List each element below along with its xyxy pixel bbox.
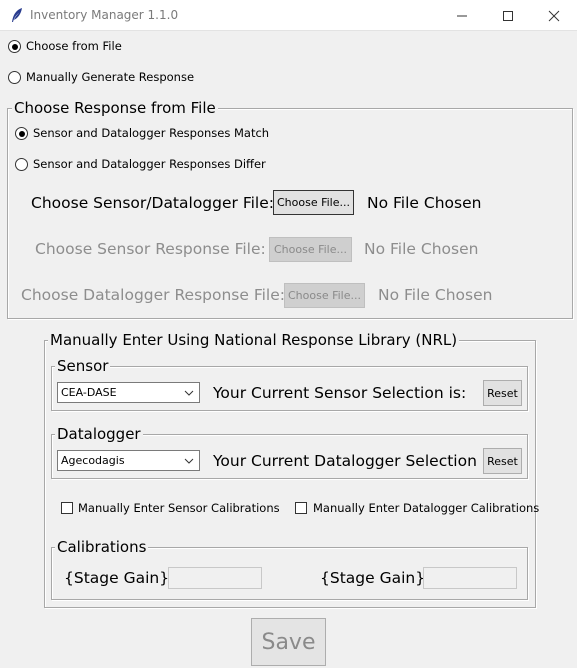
window-title: Inventory Manager 1.1.0 <box>30 8 179 22</box>
sensor-select[interactable]: CEA-DASE <box>57 382 200 403</box>
responses-differ-label[interactable]: Sensor and Datalogger Responses Differ <box>33 157 266 171</box>
save-button[interactable]: Save <box>251 618 326 666</box>
close-button[interactable] <box>531 0 577 31</box>
choose-sensor-datalogger-file-button[interactable]: Choose File... <box>273 190 354 215</box>
title-bar: Inventory Manager 1.1.0 <box>0 0 577 31</box>
datalogger-select-value: Agecodagis <box>61 454 125 467</box>
manual-generate-radio[interactable] <box>8 71 21 84</box>
feather-icon <box>10 7 24 23</box>
manual-generate-label[interactable]: Manually Generate Response <box>26 70 194 84</box>
maximize-icon <box>503 10 513 21</box>
datalogger-select[interactable]: Agecodagis <box>57 450 200 471</box>
sensor-datalogger-file-status: No File Chosen <box>367 194 482 212</box>
choose-from-file-radio[interactable] <box>8 40 21 53</box>
responses-differ-radio[interactable] <box>15 158 28 171</box>
stage-gain-left-input[interactable] <box>168 567 262 589</box>
file-response-legend: Choose Response from File <box>12 99 218 117</box>
chevron-down-icon <box>184 458 194 464</box>
choose-from-file-label[interactable]: Choose from File <box>26 39 122 53</box>
manual-datalogger-calibrations-label[interactable]: Manually Enter Datalogger Calibrations <box>313 501 539 515</box>
stage-gain-right-input[interactable] <box>423 567 517 589</box>
manual-sensor-calibrations-label[interactable]: Manually Enter Sensor Calibrations <box>78 501 280 515</box>
sensor-select-value: CEA-DASE <box>61 386 117 399</box>
sensor-datalogger-file-label: Choose Sensor/Datalogger File: <box>31 194 274 212</box>
choose-datalogger-response-file-button[interactable]: Choose File... <box>284 283 365 308</box>
sensor-reset-button[interactable]: Reset <box>483 380 522 406</box>
choose-sensor-response-file-button[interactable]: Choose File... <box>269 237 352 262</box>
stage-gain-left-label: {Stage Gain} <box>64 569 170 587</box>
responses-match-radio[interactable] <box>15 127 28 140</box>
datalogger-response-file-label: Choose Datalogger Response File: <box>21 286 285 304</box>
close-icon <box>548 10 560 21</box>
responses-match-label[interactable]: Sensor and Datalogger Responses Match <box>33 126 269 140</box>
datalogger-reset-button[interactable]: Reset <box>483 448 522 474</box>
maximize-button[interactable] <box>485 0 531 31</box>
calibrations-legend: Calibrations <box>55 538 149 556</box>
sensor-selection-label: Your Current Sensor Selection is: <box>213 384 467 402</box>
sensor-response-file-status: No File Chosen <box>364 240 479 258</box>
nrl-legend: Manually Enter Using National Response L… <box>48 331 460 349</box>
stage-gain-right-label: {Stage Gain} <box>320 569 426 587</box>
datalogger-selection-label: Your Current Datalogger Selection is: <box>213 452 500 470</box>
manual-datalogger-calibrations-checkbox[interactable] <box>295 502 307 514</box>
manual-sensor-calibrations-checkbox[interactable] <box>61 502 73 514</box>
sensor-response-file-label: Choose Sensor Response File: <box>35 240 266 258</box>
minimize-button[interactable] <box>439 0 485 31</box>
minimize-icon <box>457 15 467 16</box>
datalogger-legend: Datalogger <box>55 425 143 443</box>
datalogger-response-file-status: No File Chosen <box>378 286 493 304</box>
sensor-legend: Sensor <box>55 357 111 375</box>
chevron-down-icon <box>184 390 194 396</box>
